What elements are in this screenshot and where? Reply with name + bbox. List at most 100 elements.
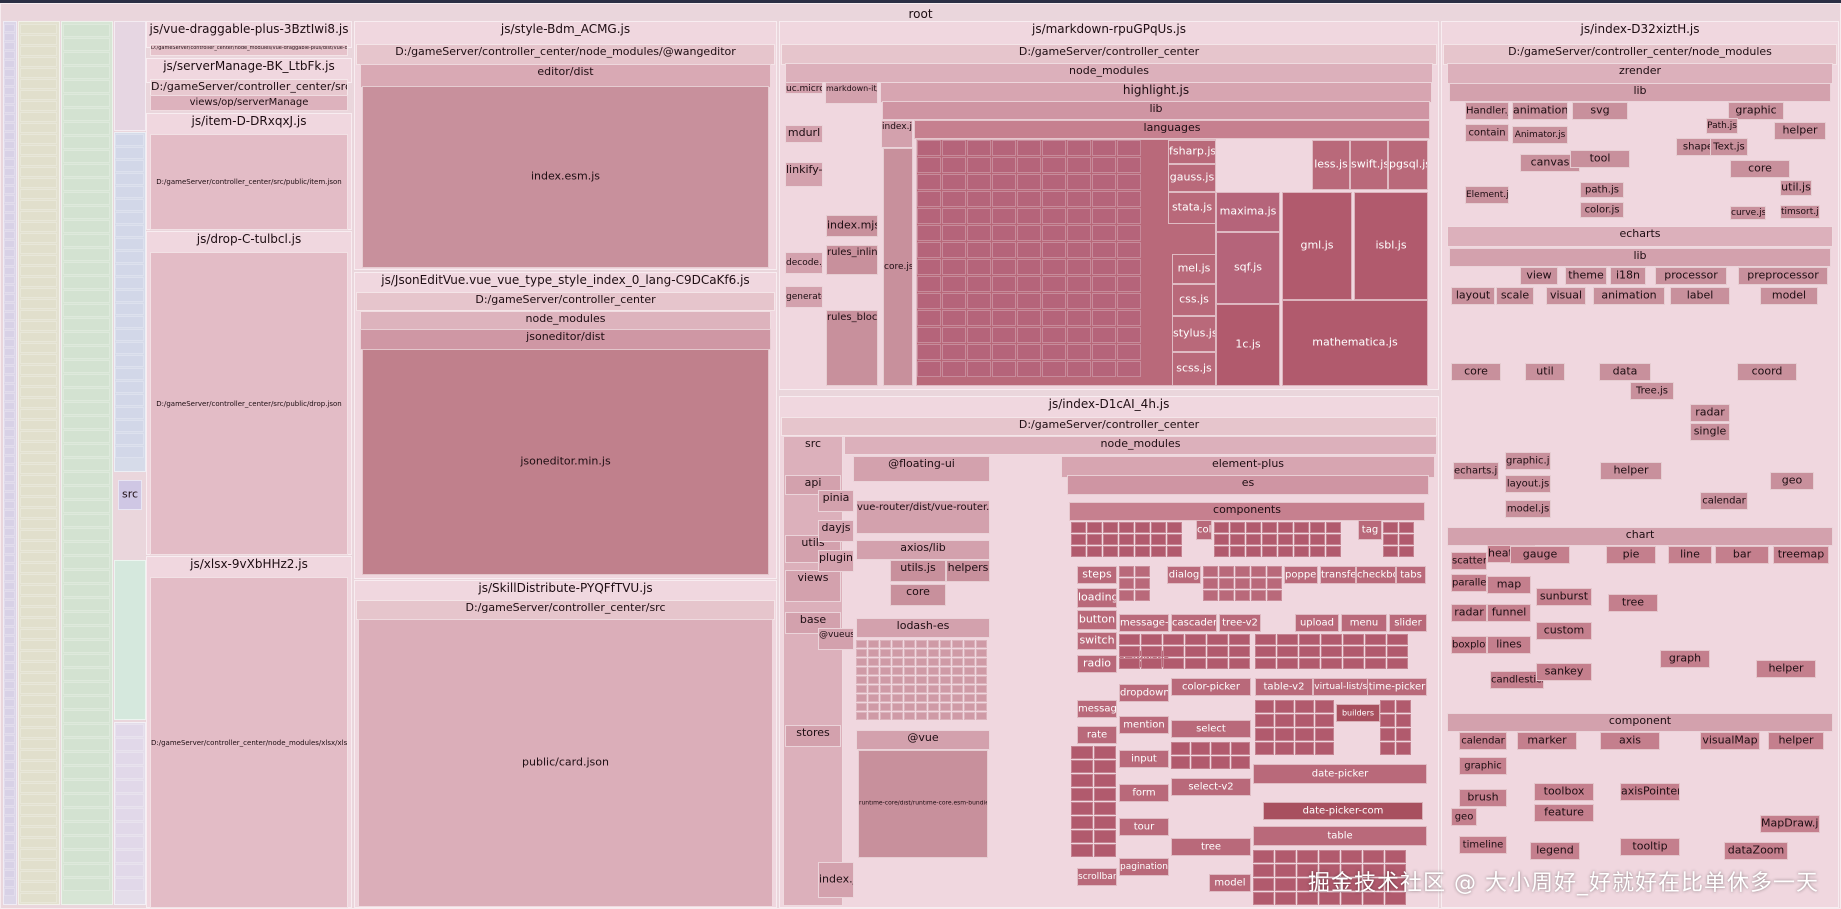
highlight-language-cell[interactable]	[967, 242, 991, 258]
highlight-language-cell[interactable]	[1017, 208, 1041, 224]
highlight-language-cell[interactable]	[967, 276, 991, 292]
node-zrender[interactable]: zrender	[1447, 63, 1833, 84]
left-module-cell[interactable]	[115, 822, 144, 835]
highlight-language-cell[interactable]	[1092, 310, 1116, 326]
highlight-language-cell[interactable]	[917, 344, 941, 360]
node-ec-radar[interactable]: radar	[1690, 404, 1730, 422]
node-ec-util[interactable]: util	[1525, 363, 1565, 381]
highlight-language-cell[interactable]	[1067, 157, 1091, 173]
element-plus-component-cell[interactable]	[1246, 546, 1261, 557]
lodash-module-cell[interactable]	[868, 640, 879, 648]
element-plus-component-cell[interactable]	[1229, 646, 1250, 657]
element-plus-component-cell[interactable]	[1246, 522, 1261, 533]
element-plus-component-cell[interactable]	[1255, 646, 1276, 657]
element-plus-component-cell[interactable]	[1315, 714, 1334, 727]
node-ep-select-v2[interactable]: select-v2	[1171, 778, 1251, 796]
lodash-module-cell[interactable]	[964, 667, 975, 675]
element-plus-component-cell[interactable]	[1387, 646, 1408, 657]
left-module-cell[interactable]	[4, 528, 15, 536]
element-plus-component-cell[interactable]	[1380, 714, 1395, 727]
element-plus-component-cell[interactable]	[1267, 578, 1282, 589]
element-plus-component-cell[interactable]	[1191, 742, 1210, 755]
element-plus-component-cell[interactable]	[1253, 850, 1274, 863]
element-plus-component-cell[interactable]	[1231, 742, 1250, 755]
node-ec-chart[interactable]: chart	[1447, 527, 1833, 546]
element-plus-component-cell[interactable]	[1251, 578, 1266, 589]
element-plus-component-cell[interactable]	[1119, 578, 1134, 589]
left-module-cell[interactable]	[63, 220, 110, 233]
highlight-language-cell[interactable]	[992, 344, 1016, 360]
left-module-cell[interactable]	[63, 150, 110, 163]
node-vue-draggable-plus-path[interactable]: D:/gameServer/controller_center/node_mod…	[150, 44, 348, 56]
element-plus-component-cell[interactable]	[1275, 892, 1296, 905]
lodash-module-cell[interactable]	[856, 667, 867, 675]
node-ep-scrollbar[interactable]: scrollbar	[1077, 868, 1117, 886]
node-lang-stylus[interactable]: stylus.js	[1172, 316, 1216, 352]
left-module-cell[interactable]	[115, 342, 144, 354]
lodash-module-cell[interactable]	[916, 676, 927, 684]
lodash-module-cell[interactable]	[952, 640, 963, 648]
left-module-cell[interactable]	[20, 893, 57, 903]
lodash-module-cell[interactable]	[952, 694, 963, 702]
left-module-cell[interactable]	[20, 167, 57, 177]
left-module-cell[interactable]	[63, 752, 110, 765]
element-plus-component-cell[interactable]	[1214, 546, 1229, 557]
element-plus-component-cell[interactable]	[1253, 878, 1274, 891]
left-module-cell[interactable]	[4, 843, 15, 851]
highlight-language-cell[interactable]	[942, 276, 966, 292]
element-plus-component-cell[interactable]	[1119, 534, 1134, 545]
left-module-cell[interactable]	[20, 860, 57, 870]
node-ch-lines[interactable]: lines	[1487, 636, 1531, 654]
element-plus-component-cell[interactable]	[1071, 844, 1093, 857]
left-module-cell[interactable]	[4, 267, 15, 275]
element-plus-component-cell[interactable]	[1315, 728, 1334, 741]
left-module-cell[interactable]	[63, 486, 110, 499]
node-lang-scss[interactable]: scss.js	[1172, 352, 1216, 386]
node-zr-curve[interactable]: curve.js	[1730, 206, 1766, 220]
lodash-module-cell[interactable]	[976, 640, 987, 648]
element-plus-component-cell[interactable]	[1251, 566, 1266, 577]
highlight-language-cell[interactable]	[1017, 276, 1041, 292]
element-plus-component-cell[interactable]	[1365, 634, 1386, 645]
left-module-cell[interactable]	[4, 303, 15, 311]
element-plus-component-cell[interactable]	[1255, 658, 1276, 669]
node-lang-stata[interactable]: stata.js	[1168, 192, 1216, 224]
node-vue-router[interactable]: vue-router/dist/vue-router.mjs	[856, 500, 990, 534]
element-plus-component-cell[interactable]	[1235, 566, 1250, 577]
left-module-cell[interactable]	[20, 134, 57, 144]
node-ch-boxplot[interactable]: boxplot	[1451, 636, 1487, 654]
node-ec-calendar[interactable]: calendar	[1700, 492, 1748, 510]
node-vueuse[interactable]: @vueuse	[818, 628, 854, 650]
node-rules-block[interactable]: rules_block	[826, 310, 878, 386]
left-module-cell[interactable]	[4, 483, 15, 491]
node-index-d1-node-modules[interactable]: node_modules	[844, 436, 1437, 455]
left-module-cell[interactable]	[4, 249, 15, 257]
left-module-cell[interactable]	[20, 574, 57, 584]
node-axios-lib[interactable]: axios/lib	[856, 540, 990, 560]
left-module-cell[interactable]	[4, 618, 15, 626]
left-module-cell[interactable]	[63, 878, 110, 891]
element-plus-component-cell[interactable]	[1275, 728, 1294, 741]
element-plus-component-cell[interactable]	[1235, 578, 1250, 589]
left-module-cell[interactable]	[4, 744, 15, 752]
left-module-cell[interactable]	[4, 348, 15, 356]
left-module-cell[interactable]	[4, 321, 15, 329]
lodash-module-cell[interactable]	[892, 703, 903, 711]
lodash-module-cell[interactable]	[916, 658, 927, 666]
left-module-cell[interactable]	[63, 332, 110, 345]
left-module-cell[interactable]	[63, 430, 110, 443]
left-module-cell[interactable]	[63, 136, 110, 149]
left-module-cell[interactable]	[4, 600, 15, 608]
left-module-cell[interactable]	[20, 871, 57, 881]
node-ch-custom[interactable]: custom	[1536, 622, 1592, 640]
element-plus-component-cell[interactable]	[1214, 534, 1229, 545]
element-plus-component-cell[interactable]	[1151, 534, 1166, 545]
highlight-language-cell[interactable]	[992, 361, 1016, 377]
left-module-cell[interactable]	[20, 475, 57, 485]
node-ep-popper[interactable]: popper	[1284, 566, 1318, 584]
left-module-cell[interactable]	[4, 312, 15, 320]
left-module-cell[interactable]	[4, 780, 15, 788]
node-lang-maxima[interactable]: maxima.js	[1216, 192, 1280, 232]
node-zrender-lib[interactable]: lib	[1449, 83, 1831, 102]
element-plus-component-cell[interactable]	[1365, 646, 1386, 657]
